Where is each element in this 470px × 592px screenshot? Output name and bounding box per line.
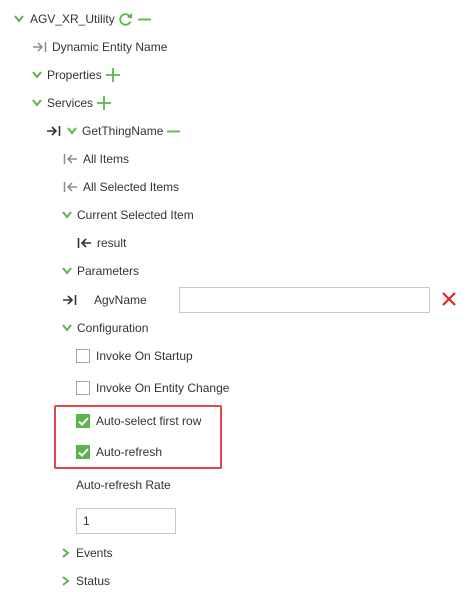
service-getthingname[interactable]: GetThingName [46,120,181,142]
chevron-down-icon[interactable] [62,211,72,219]
current-selected-item[interactable]: Current Selected Item [62,204,194,226]
auto-refresh-rate-title: Auto-refresh Rate [76,474,171,496]
chevron-right-icon[interactable] [62,548,70,558]
invoke-on-entity-change[interactable]: Invoke On Entity Change [76,377,229,399]
result-label: result [97,236,127,250]
events[interactable]: Events [62,542,113,564]
chevron-down-icon[interactable] [62,324,72,332]
arrow-in-icon [32,41,48,53]
properties-label: Properties [47,68,102,82]
service-label: GetThingName [82,124,164,138]
auto-refresh-checkbox[interactable] [76,445,90,459]
all-selected-items[interactable]: All Selected Items [62,176,179,198]
all-selected-items-label: All Selected Items [83,180,180,194]
all-items-label: All Items [83,152,130,166]
result-item[interactable]: result [76,232,126,254]
chevron-down-icon[interactable] [32,71,42,79]
auto-refresh-label: Auto-refresh [96,445,163,459]
refresh-icon[interactable] [118,12,133,27]
arrow-out-icon [62,153,78,165]
agvname-label: AgvName [94,293,147,307]
current-selected-item-label: Current Selected Item [77,208,194,222]
chevron-down-icon[interactable] [62,267,72,275]
configuration-label: Configuration [77,321,149,335]
minus-icon[interactable] [137,13,151,26]
invoke-on-startup[interactable]: Invoke On Startup [76,345,193,367]
chevron-down-icon[interactable] [32,99,42,107]
tree-properties[interactable]: Properties [32,64,120,86]
chevron-down-icon[interactable] [67,127,77,135]
chevron-right-icon[interactable] [62,576,70,586]
chevron-down-icon[interactable] [14,15,24,23]
services-label: Services [47,96,94,110]
arrow-out-icon [62,181,78,193]
invoke-on-entity-change-label: Invoke On Entity Change [96,381,230,395]
minus-icon[interactable] [167,125,181,138]
param-agvname[interactable]: AgvName [62,289,147,311]
status-label: Status [76,574,111,588]
invoke-on-entity-change-checkbox[interactable] [76,381,90,395]
auto-refresh-rate-label: Auto-refresh Rate [76,478,171,492]
configuration[interactable]: Configuration [62,317,148,339]
arrow-in-icon[interactable] [62,294,78,306]
auto-select-first-row[interactable]: Auto-select first row [76,410,201,432]
all-items[interactable]: All Items [62,148,129,170]
agvname-input[interactable] [179,287,430,313]
root-label: AGV_XR_Utility [30,12,115,26]
auto-refresh-rate-input[interactable] [76,508,176,534]
delete-icon[interactable] [441,291,457,307]
tree-root[interactable]: AGV_XR_Utility [14,8,151,30]
dynamic-entity-name[interactable]: Dynamic Entity Name [32,36,167,58]
arrow-in-icon[interactable] [46,125,62,137]
plus-icon[interactable] [105,68,120,82]
plus-icon[interactable] [97,96,112,110]
invoke-on-startup-checkbox[interactable] [76,349,90,363]
invoke-on-startup-label: Invoke On Startup [96,349,193,363]
events-label: Events [76,546,113,560]
auto-select-first-row-checkbox[interactable] [76,414,90,428]
tree-services[interactable]: Services [32,92,112,114]
parameters[interactable]: Parameters [62,260,139,282]
status[interactable]: Status [62,570,110,592]
auto-select-first-row-label: Auto-select first row [96,414,202,428]
auto-refresh[interactable]: Auto-refresh [76,441,162,463]
arrow-out-icon [76,237,92,249]
parameters-label: Parameters [77,264,140,278]
dynamic-entity-label: Dynamic Entity Name [52,40,168,54]
